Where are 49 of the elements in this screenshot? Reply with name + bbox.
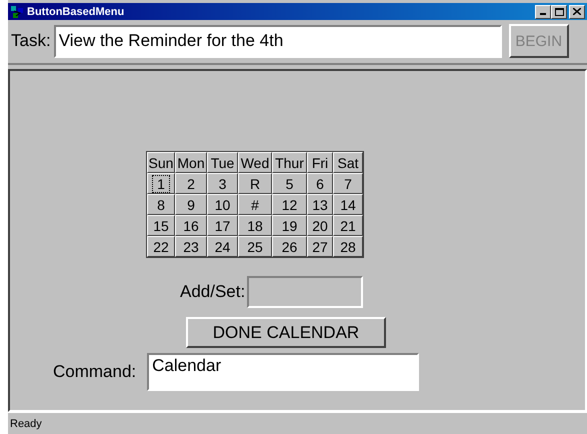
- status-text: Ready: [10, 418, 42, 430]
- day-button[interactable]: #: [238, 194, 272, 215]
- day-button[interactable]: 13: [307, 194, 333, 215]
- day-button[interactable]: 17: [207, 215, 238, 236]
- day-header: Thur: [272, 152, 307, 173]
- day-header: Sat: [333, 152, 363, 173]
- add-set-label: Add/Set:: [180, 282, 246, 302]
- day-button[interactable]: 23: [175, 236, 207, 257]
- day-button[interactable]: 3: [207, 173, 238, 194]
- minimize-button[interactable]: [535, 4, 551, 18]
- done-calendar-button[interactable]: DONE CALENDAR: [186, 317, 386, 348]
- day-button[interactable]: 14: [333, 194, 363, 215]
- day-button[interactable]: 9: [175, 194, 207, 215]
- day-button[interactable]: 8: [147, 194, 175, 215]
- maximize-icon: [554, 8, 564, 16]
- day-button[interactable]: 2: [175, 173, 207, 194]
- day-button[interactable]: 20: [307, 215, 333, 236]
- maximize-button[interactable]: [551, 4, 567, 18]
- day-header: Sun: [147, 152, 175, 173]
- close-icon: [573, 8, 581, 15]
- app-icon: [10, 4, 24, 18]
- day-button[interactable]: 12: [272, 194, 307, 215]
- day-button[interactable]: R: [238, 173, 272, 194]
- window-title: ButtonBasedMenu: [27, 6, 124, 18]
- day-button[interactable]: 24: [207, 236, 238, 257]
- day-button[interactable]: 18: [238, 215, 272, 236]
- day-button[interactable]: 16: [175, 215, 207, 236]
- command-label: Command:: [53, 362, 136, 382]
- day-button[interactable]: 7: [333, 173, 363, 194]
- close-button[interactable]: [569, 4, 585, 18]
- day-button[interactable]: 5: [272, 173, 307, 194]
- day-header: Fri: [307, 152, 333, 173]
- command-field[interactable]: Calendar: [147, 353, 420, 391]
- day-button[interactable]: 10: [207, 194, 238, 215]
- day-header: Wed: [238, 152, 272, 173]
- day-button[interactable]: 22: [147, 236, 175, 257]
- day-button[interactable]: 27: [307, 236, 333, 257]
- task-label: Task:: [11, 31, 51, 51]
- day-button[interactable]: 21: [333, 215, 363, 236]
- day-button[interactable]: 25: [238, 236, 272, 257]
- day-button[interactable]: 19: [272, 215, 307, 236]
- day-button[interactable]: 26: [272, 236, 307, 257]
- day-button[interactable]: 28: [333, 236, 363, 257]
- task-field[interactable]: View the Reminder for the 4th: [54, 24, 502, 58]
- day-button[interactable]: 1: [147, 173, 175, 194]
- day-header: Tue: [207, 152, 238, 173]
- day-header: Mon: [175, 152, 207, 173]
- day-button[interactable]: 6: [307, 173, 333, 194]
- day-button[interactable]: 15: [147, 215, 175, 236]
